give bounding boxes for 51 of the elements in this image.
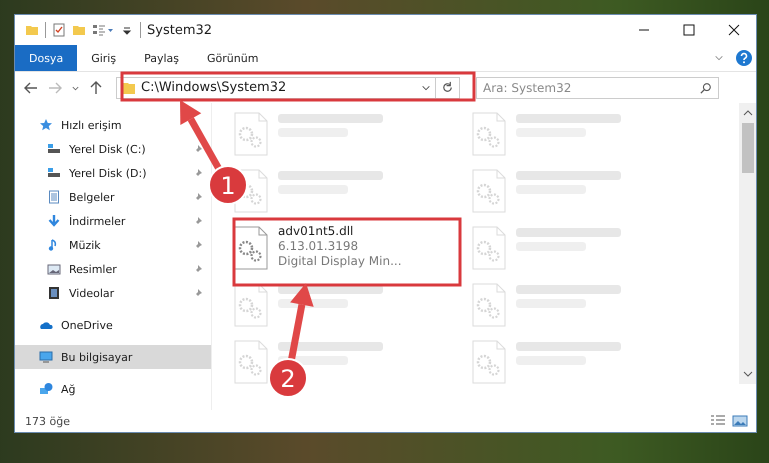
search-icon bbox=[700, 82, 712, 94]
ribbon-tab[interactable]: Dosya bbox=[15, 45, 78, 71]
file-description: 6.13.01.3198 bbox=[278, 239, 360, 253]
computer-icon bbox=[39, 350, 53, 364]
ribbon-tab[interactable]: Paylaş bbox=[130, 45, 193, 71]
sidebar-item[interactable]: Yerel Disk (C:) bbox=[15, 137, 211, 161]
video-icon bbox=[47, 286, 61, 300]
sidebar-item[interactable]: Yerel Disk (D:) bbox=[15, 161, 211, 185]
star-icon bbox=[39, 118, 53, 132]
drive-icon bbox=[47, 142, 61, 156]
picture-icon bbox=[47, 262, 61, 276]
address-path: C:\Windows\System32 bbox=[141, 80, 288, 95]
sidebar-item[interactable]: İndirmeler bbox=[15, 209, 211, 233]
sidebar-item[interactable]: Videolar bbox=[15, 281, 211, 305]
folder-icon bbox=[25, 23, 39, 37]
window-title: System32 bbox=[147, 22, 212, 38]
folder-icon bbox=[122, 80, 136, 94]
drive-icon bbox=[47, 166, 61, 180]
step-number: 1 bbox=[220, 172, 236, 200]
refresh-icon[interactable] bbox=[441, 81, 454, 94]
ribbon-tab[interactable]: Giriş bbox=[77, 45, 130, 71]
up-arrow-icon[interactable] bbox=[88, 80, 104, 96]
document-icon bbox=[47, 190, 61, 204]
large-icons-view-icon[interactable] bbox=[732, 414, 748, 428]
annotation-arrow bbox=[180, 100, 222, 172]
sidebar-item[interactable]: Bu bilgisayar bbox=[15, 345, 211, 369]
sidebar-item[interactable]: OneDrive bbox=[15, 313, 211, 337]
vertical-scrollbar[interactable] bbox=[739, 103, 756, 384]
sidebar-item[interactable]: Belgeler bbox=[15, 185, 211, 209]
ribbon-tab[interactable]: Görünüm bbox=[193, 45, 272, 71]
network-icon bbox=[39, 382, 53, 396]
help-icon[interactable] bbox=[736, 50, 752, 66]
step-badge bbox=[268, 358, 308, 398]
sidebar-item[interactable]: Ağ bbox=[15, 377, 211, 401]
sidebar-item[interactable]: Resimler bbox=[15, 257, 211, 281]
item-count: 173 öğe bbox=[25, 414, 70, 428]
search-field[interactable]: Ara: System32 bbox=[476, 76, 719, 98]
expand-ribbon-icon[interactable] bbox=[714, 53, 724, 63]
step-number: 2 bbox=[280, 365, 296, 393]
file-description: Digital Display Min... bbox=[278, 254, 402, 268]
properties-icon[interactable] bbox=[52, 23, 66, 37]
download-icon bbox=[47, 214, 61, 228]
view-list-icon[interactable] bbox=[92, 23, 114, 37]
back-arrow-icon[interactable] bbox=[23, 80, 39, 96]
dll-file-icon[interactable] bbox=[234, 226, 268, 270]
step-badge bbox=[208, 165, 248, 205]
sidebar-item[interactable]: Müzik bbox=[15, 233, 211, 257]
scrollbar-thumb[interactable] bbox=[742, 123, 754, 173]
file-name[interactable]: adv01nt5.dll bbox=[278, 224, 402, 238]
address-bar[interactable]: C:\Windows\System32 bbox=[116, 76, 460, 98]
sidebar-item[interactable]: Hızlı erişim bbox=[15, 113, 211, 137]
